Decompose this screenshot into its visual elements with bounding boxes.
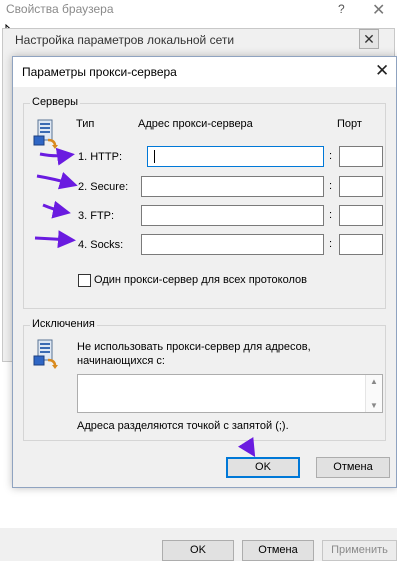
annotation-arrows [34,147,256,458]
annotation-arrow-icon [238,437,256,458]
annotation-arrow-icon [36,171,78,190]
annotation-arrow-icon [39,147,75,166]
annotation-arrow-icon [34,230,76,249]
annotation-arrow-icon [42,200,71,219]
